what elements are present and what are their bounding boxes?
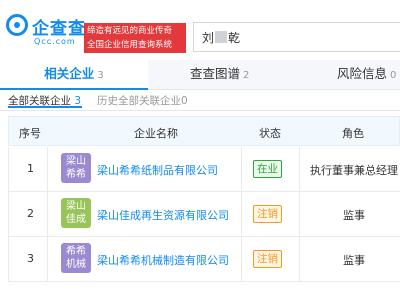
search-suffix: 乾 [228, 31, 241, 45]
logo-name: 企查查 [32, 19, 86, 39]
search-input[interactable]: 刘乾 [193, 22, 400, 52]
magnifier-logo-icon [6, 14, 28, 36]
column-divider [299, 192, 300, 236]
tab-count: 2 [243, 70, 250, 81]
search-value: 刘乾 [202, 29, 240, 46]
company-avatar[interactable]: 梁山 希希 [61, 153, 91, 183]
search-prefix: 刘 [202, 31, 215, 45]
header: 企查查 Qcc.com 缔造有远见的商业传奇 全国企业信用查询系统 刘乾 [0, 0, 400, 60]
subtab-count: 0 [181, 95, 188, 107]
column-divider [47, 237, 48, 281]
active-subtab-indicator [8, 106, 82, 108]
divider [0, 110, 400, 111]
tab-label: 查查图谱 [190, 66, 241, 81]
table-header: 序号 企业名称 状态 角色 [8, 116, 400, 146]
status-badge: 注销 [253, 250, 282, 268]
avatar-text-line-1: 希希 [66, 246, 86, 257]
table-row: 1 梁山 希希 梁山希希纸制品有限公司 在业 执行董事兼总经理 [8, 147, 400, 192]
company-avatar[interactable]: 希希 机械 [61, 243, 91, 273]
company-name-link[interactable]: 梁山希希纸制品有限公司 [97, 162, 218, 178]
slogan-banner: 缔造有远见的商业传奇 全国企业信用查询系统 [84, 23, 186, 53]
tab-count: 0 [390, 70, 397, 81]
row-index: 3 [27, 252, 34, 265]
company-name-link[interactable]: 梁山佳成再生资源有限公司 [97, 207, 229, 223]
tab-risk-info[interactable]: 风险信息 0 [337, 60, 396, 90]
tab-count: 3 [97, 70, 104, 81]
avatar-text-line-2: 机械 [66, 259, 86, 270]
table-row: 3 希希 机械 梁山希希机械制造有限公司 注销 监事 [8, 237, 400, 282]
avatar-text-line-1: 梁山 [66, 201, 86, 212]
column-header-role: 角色 [342, 127, 364, 140]
slogan-line-2: 全国企业信用查询系统 [87, 40, 173, 50]
column-header-status: 状态 [259, 127, 281, 140]
row-index: 1 [27, 162, 34, 175]
qcc-logo[interactable]: 企查查 Qcc.com [6, 12, 85, 52]
column-divider [241, 237, 242, 281]
redaction-block [215, 31, 228, 43]
column-divider [241, 147, 242, 191]
slogan-line-1: 缔造有远见的商业传奇 [87, 26, 173, 36]
company-avatar[interactable]: 梁山 佳成 [61, 198, 91, 228]
avatar-text-line-2: 希希 [66, 169, 86, 180]
avatar-text-line-2: 佳成 [66, 214, 86, 225]
table-row: 2 梁山 佳成 梁山佳成再生资源有限公司 注销 监事 [8, 192, 400, 237]
status-badge: 在业 [253, 160, 282, 178]
column-divider [47, 192, 48, 236]
tab-qcc-graph[interactable]: 查查图谱 2 [190, 60, 249, 90]
company-name-link[interactable]: 梁山希希机械制造有限公司 [97, 252, 229, 268]
column-header-company: 企业名称 [134, 127, 178, 140]
subtab-label: 历史全部关联企业 [97, 95, 181, 107]
role-text: 监事 [343, 254, 365, 267]
column-divider [241, 192, 242, 236]
main-tabs: 相关企业 3 查查图谱 2 风险信息 0 [0, 60, 400, 90]
tab-label: 相关企业 [44, 66, 95, 81]
logo-domain: Qcc.com [34, 37, 76, 46]
status-badge: 注销 [253, 205, 282, 223]
role-text: 执行董事兼总经理 [310, 164, 398, 177]
tab-label: 风险信息 [337, 66, 388, 81]
column-header-index: 序号 [19, 127, 41, 140]
row-index: 2 [27, 207, 34, 220]
sub-tabs: 全部关联企业 3 历史全部关联企业0 [0, 90, 400, 112]
subtab-history-related[interactable]: 历史全部关联企业0 [97, 93, 188, 108]
column-divider [47, 147, 48, 191]
role-text: 监事 [343, 209, 365, 222]
column-divider [299, 237, 300, 281]
column-divider [299, 147, 300, 191]
avatar-text-line-1: 梁山 [66, 156, 86, 167]
tab-related-companies[interactable]: 相关企业 3 [0, 60, 148, 90]
